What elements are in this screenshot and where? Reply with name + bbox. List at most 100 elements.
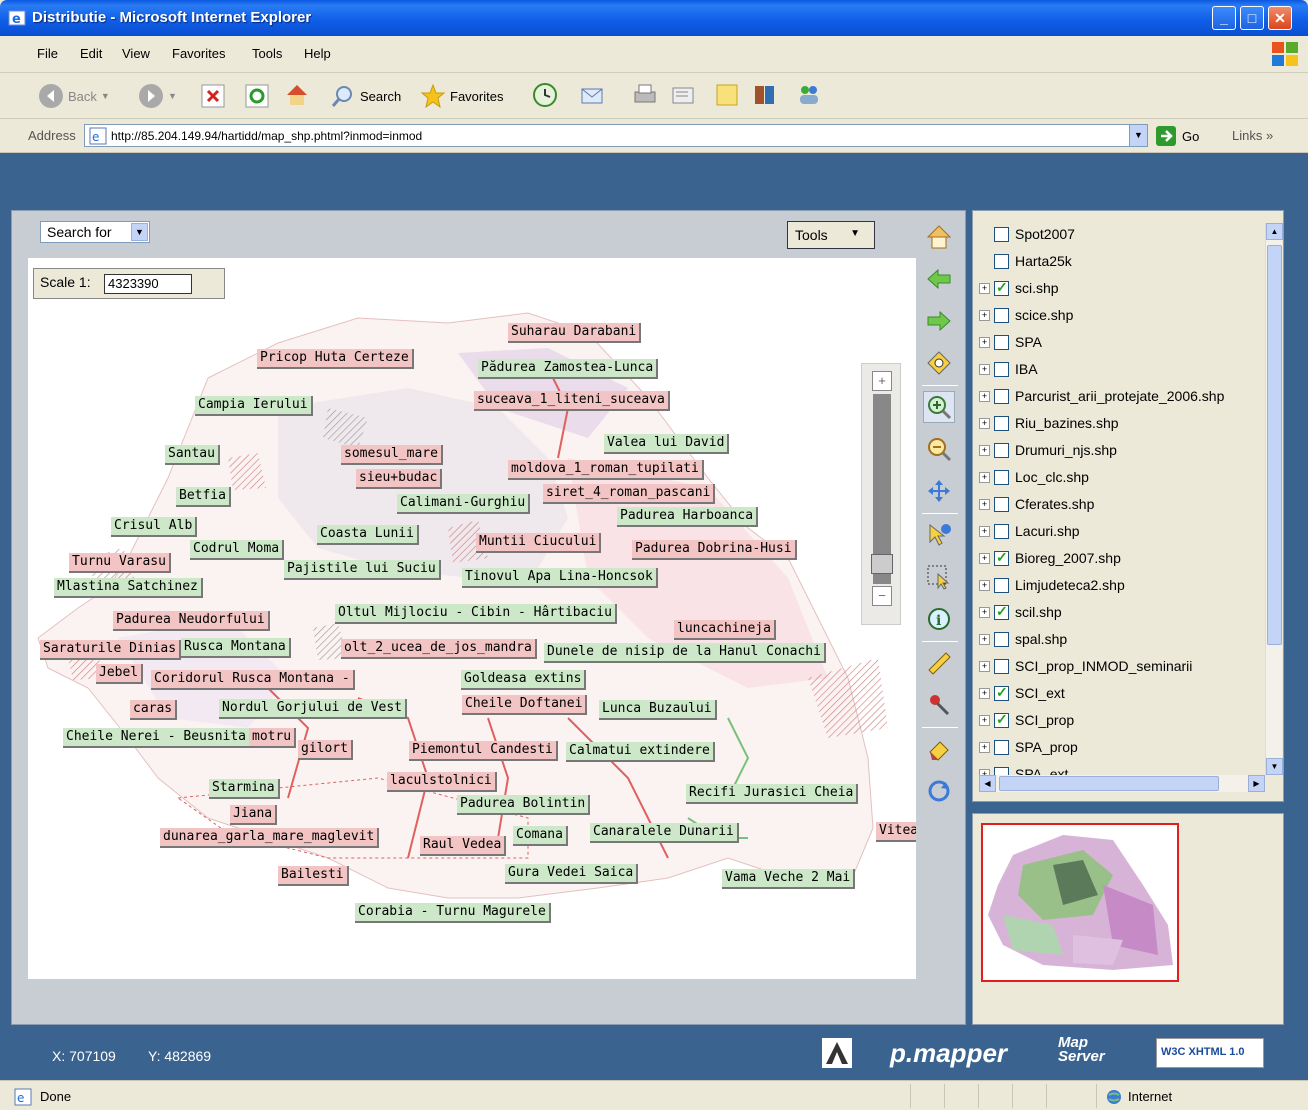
layer-checkbox[interactable]	[994, 739, 1009, 755]
back-dropdown-icon[interactable]: ▼	[101, 91, 110, 101]
expand-icon[interactable]: +	[979, 282, 990, 294]
pmapper-brand[interactable]: p.mapper	[890, 1038, 1007, 1069]
layer-checkbox[interactable]	[994, 307, 1009, 323]
refresh-map-button[interactable]	[923, 775, 955, 807]
layer-checkbox[interactable]	[994, 361, 1009, 377]
search-for-select[interactable]: Search for ▼	[40, 221, 150, 243]
layer-item[interactable]: + Limjudeteca2.shp	[979, 574, 1125, 596]
layer-checkbox[interactable]	[994, 766, 1009, 775]
layer-item[interactable]: + Riu_bazines.shp	[979, 412, 1119, 434]
expand-icon[interactable]: +	[979, 579, 990, 591]
expand-icon[interactable]: +	[979, 417, 990, 429]
edit-icon[interactable]	[670, 82, 696, 108]
menu-view[interactable]: View	[122, 46, 150, 61]
info-tool[interactable]: i	[923, 603, 955, 635]
layer-checkbox[interactable]	[994, 226, 1009, 242]
menu-tools[interactable]: Tools	[252, 46, 282, 61]
expand-icon[interactable]: +	[979, 444, 990, 456]
layer-checkbox[interactable]	[994, 469, 1009, 485]
scroll-up-icon[interactable]: ▲	[1266, 223, 1283, 240]
home-extent-button[interactable]	[923, 221, 955, 253]
layer-item[interactable]: + SCI_ext	[979, 682, 1065, 704]
layer-item[interactable]: + Cferates.shp	[979, 493, 1094, 515]
layer-item[interactable]: + SPA_ext	[979, 763, 1068, 775]
identify-tool[interactable]	[923, 519, 955, 551]
expand-icon[interactable]: +	[979, 606, 990, 618]
maximize-button[interactable]: □	[1240, 6, 1264, 30]
layer-checkbox[interactable]	[994, 279, 1009, 296]
layer-item[interactable]: + scice.shp	[979, 304, 1073, 326]
zoom-in-tool[interactable]	[923, 391, 955, 423]
layer-item[interactable]: + Parcurist_arii_protejate_2006.shp	[979, 385, 1224, 407]
layer-checkbox[interactable]	[994, 658, 1009, 674]
zoom-slider-handle[interactable]	[871, 554, 893, 574]
tools-menu-button[interactable]: Tools ▼	[787, 221, 875, 249]
expand-icon[interactable]: +	[979, 633, 990, 645]
back-button[interactable]: Back ▼	[38, 81, 110, 111]
measure-tool[interactable]	[923, 647, 955, 679]
layer-checkbox[interactable]	[994, 415, 1009, 431]
layer-item[interactable]: + Lacuri.shp	[979, 520, 1080, 542]
layer-item[interactable]: + scil.shp	[979, 601, 1062, 623]
expand-icon[interactable]: +	[979, 471, 990, 483]
expand-icon[interactable]: +	[979, 363, 990, 375]
pmapper-logo-icon[interactable]	[822, 1038, 852, 1068]
favorites-button[interactable]: Favorites	[420, 81, 503, 111]
expand-icon[interactable]: +	[979, 390, 990, 402]
layer-checkbox[interactable]	[994, 631, 1009, 647]
layer-item[interactable]: Spot2007	[979, 223, 1075, 245]
home-icon[interactable]	[284, 82, 310, 108]
menu-file[interactable]: File	[37, 46, 58, 61]
expand-icon[interactable]: +	[979, 498, 990, 510]
layer-vertical-scrollbar[interactable]: ▲ ▼	[1265, 223, 1283, 775]
expand-icon[interactable]: +	[979, 660, 990, 672]
minimize-button[interactable]: _	[1212, 6, 1236, 30]
stop-icon[interactable]	[200, 83, 226, 109]
messenger-icon[interactable]	[796, 82, 822, 108]
menu-help[interactable]: Help	[304, 46, 331, 61]
select-tool[interactable]	[923, 561, 955, 593]
scroll-down-icon[interactable]: ▼	[1266, 758, 1283, 775]
layer-checkbox[interactable]	[994, 523, 1009, 539]
layer-item[interactable]: + SPA	[979, 331, 1042, 353]
layer-item[interactable]: + sci.shp	[979, 277, 1059, 299]
address-input[interactable]: e http://85.204.149.94/hartidd/map_shp.p…	[84, 124, 1148, 147]
discuss-icon[interactable]	[714, 82, 740, 108]
back-extent-button[interactable]	[923, 263, 955, 295]
hscroll-thumb[interactable]	[999, 776, 1219, 791]
menu-edit[interactable]: Edit	[80, 46, 102, 61]
forward-button[interactable]: ▼	[138, 81, 177, 111]
expand-icon[interactable]: +	[979, 741, 990, 753]
map-canvas[interactable]: Scale 1: 4323390 Suharau Darabani Pricop …	[28, 258, 916, 979]
expand-icon[interactable]: +	[979, 714, 990, 726]
mapserver-logo[interactable]: Map Server	[1058, 1035, 1138, 1070]
layer-checkbox[interactable]	[994, 334, 1009, 350]
go-button[interactable]: Go	[1156, 126, 1199, 146]
pan-tool[interactable]	[923, 475, 955, 507]
layer-item[interactable]: + Loc_clc.shp	[979, 466, 1089, 488]
point-tool[interactable]	[923, 689, 955, 721]
scroll-left-icon[interactable]: ◀	[979, 775, 996, 792]
overview-map[interactable]	[981, 823, 1179, 982]
layer-checkbox[interactable]	[994, 388, 1009, 404]
layer-checkbox[interactable]	[994, 603, 1009, 620]
expand-icon[interactable]: +	[979, 687, 990, 699]
refresh-icon[interactable]	[244, 83, 270, 109]
scroll-right-icon[interactable]: ▶	[1248, 775, 1265, 792]
forward-extent-button[interactable]	[923, 305, 955, 337]
research-icon[interactable]	[752, 82, 778, 108]
clear-tool[interactable]	[923, 733, 955, 765]
layer-checkbox[interactable]	[994, 442, 1009, 458]
expand-icon[interactable]: +	[979, 336, 990, 348]
zoom-in-step-button[interactable]: +	[872, 371, 892, 391]
address-dropdown-icon[interactable]: ▼	[1129, 125, 1147, 146]
zoom-out-tool[interactable]	[923, 433, 955, 465]
chevron-down-icon[interactable]: ▼	[131, 223, 148, 241]
zoom-select-button[interactable]	[923, 347, 955, 379]
scroll-thumb[interactable]	[1267, 245, 1282, 645]
layer-horizontal-scrollbar[interactable]: ◀ ▶	[979, 775, 1265, 792]
mail-icon[interactable]	[580, 82, 606, 108]
expand-icon[interactable]: +	[979, 525, 990, 537]
links-button[interactable]: Links »	[1232, 128, 1273, 143]
layer-checkbox[interactable]	[994, 549, 1009, 566]
